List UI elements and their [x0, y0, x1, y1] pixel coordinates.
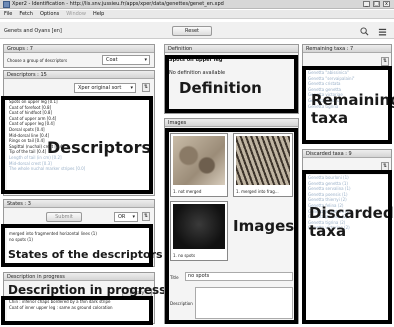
description-highlight	[1, 296, 153, 325]
discarded-header: Discarded taxa : 9	[303, 150, 391, 158]
app-icon	[3, 1, 10, 8]
knowledge-base-label: Genets and Oyans [en]	[4, 28, 62, 34]
minimize-button[interactable]: _	[363, 1, 370, 7]
description-header: Description in progress	[4, 273, 154, 281]
submit-button[interactable]: Submit	[46, 212, 82, 222]
remaining-sort-button[interactable]: ⇅	[381, 57, 389, 66]
descriptors-header: Descriptors : 15	[4, 71, 154, 79]
menu-bar: File Fetch Options Window Help	[0, 10, 394, 19]
identify-icon[interactable]	[360, 27, 369, 36]
title-bar: Xper2 - Identification - http://lis.snv.…	[0, 0, 394, 9]
menu-options[interactable]: Options	[40, 11, 59, 17]
toolbar: Genets and Oyans [en] Reset	[0, 22, 394, 39]
description-overlay-label: Description in progress	[8, 283, 167, 297]
states-highlight	[1, 224, 153, 267]
remaining-highlight	[302, 66, 392, 144]
menu-window[interactable]: Window	[66, 11, 86, 17]
menu-help[interactable]: Help	[93, 11, 104, 17]
states-sort-button[interactable]: ⇅	[142, 212, 150, 221]
operator-select[interactable]: OR	[114, 212, 138, 222]
discarded-highlight	[302, 170, 392, 324]
window-title: Xper2 - Identification - http://lis.snv.…	[12, 1, 224, 7]
reset-button[interactable]: Reset	[172, 26, 212, 36]
remaining-header: Remaining taxa : 7	[303, 45, 391, 53]
window-controls: _ □ x	[363, 1, 390, 7]
descriptors-highlight	[1, 96, 153, 194]
group-select-label: Choose a group of descriptors	[7, 58, 68, 63]
images-header: Images	[165, 119, 298, 127]
definition-header: Definition	[165, 45, 298, 53]
groups-panel: Groups : 7 Choose a group of descriptors…	[3, 44, 155, 68]
states-header: States : 3	[4, 200, 154, 208]
settings-icon[interactable]	[378, 27, 387, 36]
group-select[interactable]: Coat	[102, 55, 150, 65]
maximize-button[interactable]: □	[373, 1, 380, 7]
menu-fetch[interactable]: Fetch	[19, 11, 33, 17]
definition-highlight	[165, 55, 298, 113]
menu-file[interactable]: File	[4, 11, 12, 17]
descriptor-sort-select[interactable]: Xper original sort	[74, 83, 136, 93]
images-highlight	[165, 128, 298, 324]
sort-az-button[interactable]: ⇅	[142, 83, 150, 92]
groups-header: Groups : 7	[4, 45, 154, 53]
close-button[interactable]: x	[383, 1, 390, 7]
